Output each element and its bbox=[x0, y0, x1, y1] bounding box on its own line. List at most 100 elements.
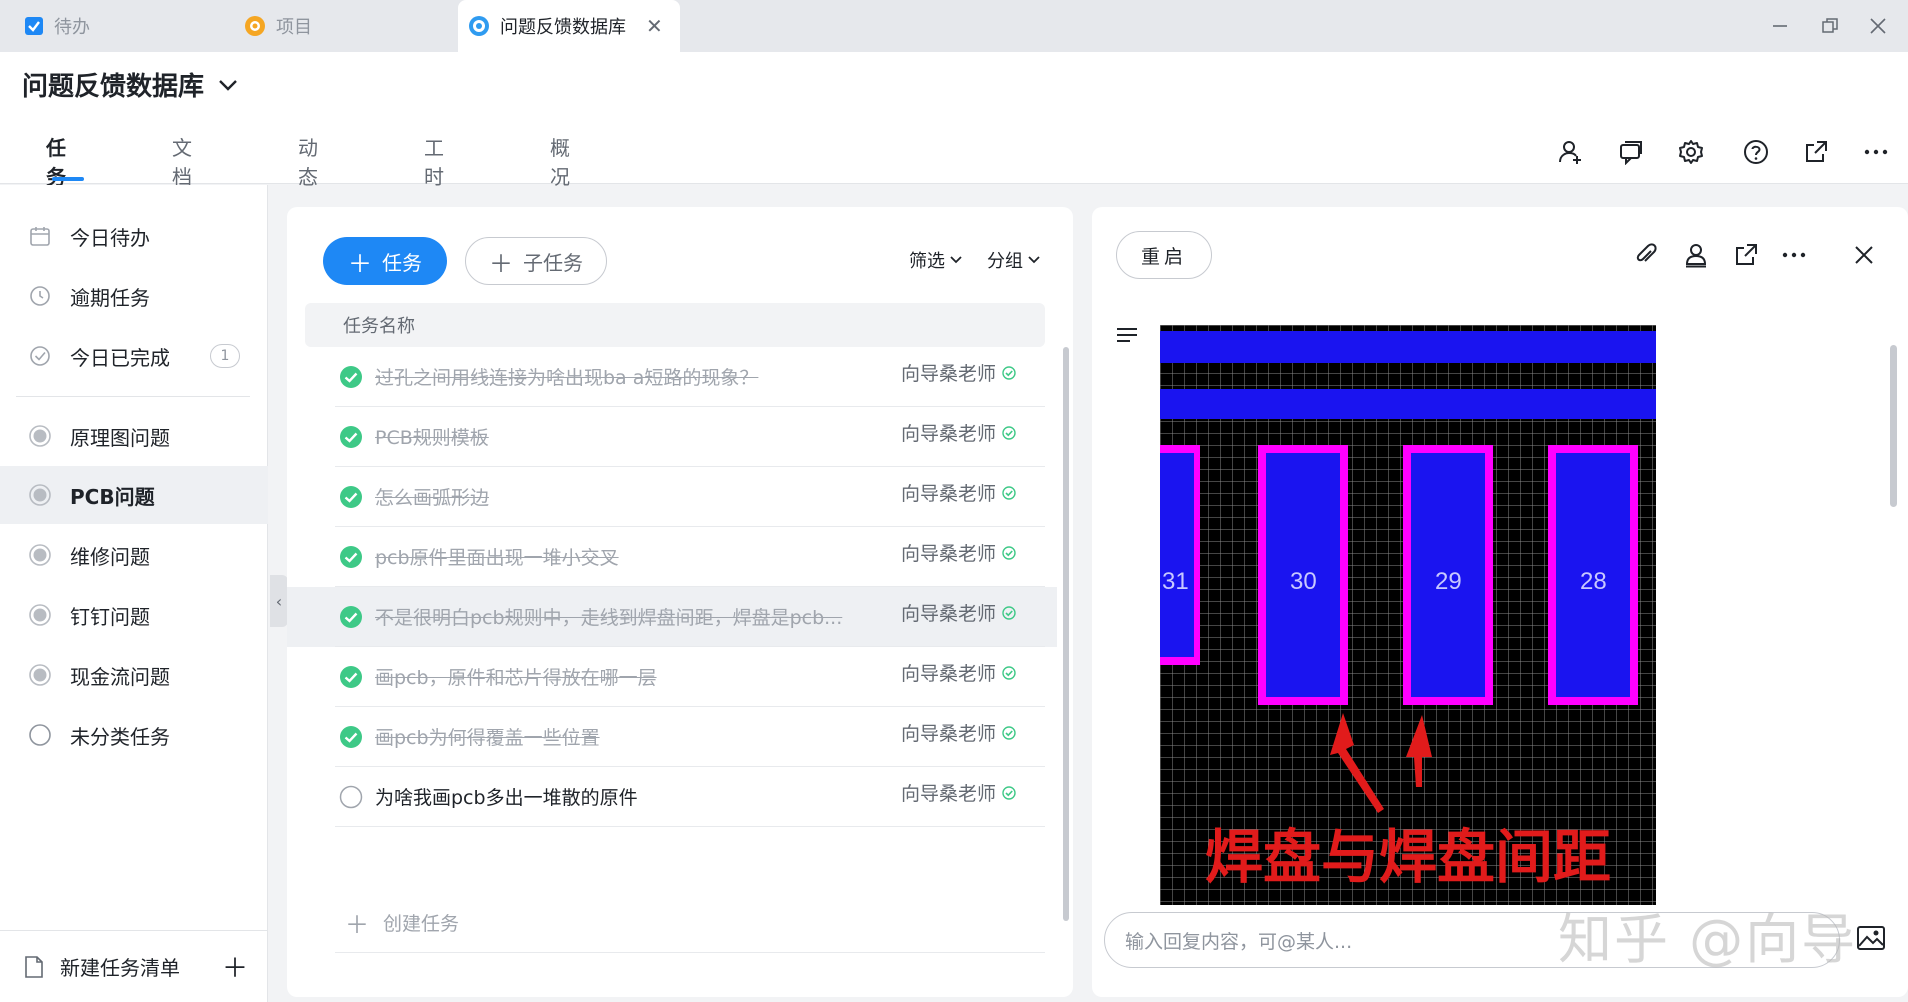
tab-tasks[interactable]: 任务 bbox=[46, 132, 66, 190]
task-name[interactable]: 怎么画弧形边 bbox=[375, 483, 885, 510]
sidebar-item-done-today[interactable]: 今日已完成 1 bbox=[0, 327, 268, 385]
reopen-button[interactable]: 重启 bbox=[1116, 231, 1212, 279]
plus-icon: ＋ bbox=[345, 911, 369, 939]
filter-dropdown[interactable]: 筛选 bbox=[909, 247, 963, 273]
check-circle-icon[interactable] bbox=[339, 605, 363, 629]
task-row[interactable]: 画pcb，原件和芯片得放在哪一层 向导桑老师 bbox=[287, 647, 1057, 707]
plus-icon[interactable]: ＋ bbox=[222, 948, 248, 985]
new-task-list-label: 新建任务清单 bbox=[60, 956, 180, 980]
sidebar: 今日待办 逾期任务 今日已完成 1 原理图问题 PCB问题 维修问题 钉钉问题 … bbox=[0, 185, 268, 1002]
window-tab-database[interactable]: 问题反馈数据库 ✕ bbox=[458, 0, 680, 52]
assignee-name: 向导桑老师 bbox=[901, 783, 997, 805]
sidebar-item-schematic[interactable]: 原理图问题 bbox=[0, 407, 268, 465]
task-assignee[interactable]: 向导桑老师 bbox=[901, 479, 1016, 506]
create-task-row[interactable]: ＋ 创建任务 bbox=[335, 893, 1045, 953]
project-title[interactable]: 问题反馈数据库 bbox=[22, 66, 238, 103]
external-link-icon[interactable] bbox=[1800, 136, 1832, 168]
check-circle-icon[interactable] bbox=[339, 425, 363, 449]
sidebar-item-repair[interactable]: 维修问题 bbox=[0, 526, 268, 584]
assignee-icon[interactable] bbox=[1680, 239, 1712, 271]
more-icon[interactable] bbox=[1778, 239, 1810, 271]
close-icon[interactable] bbox=[1848, 239, 1880, 271]
gear-icon[interactable] bbox=[1675, 136, 1707, 168]
sidebar-item-label: 今日待办 bbox=[70, 225, 150, 250]
sidebar-item-overdue[interactable]: 逾期任务 bbox=[0, 267, 268, 325]
task-row[interactable]: pcb原件里面出现一堆小交叉 向导桑老师 bbox=[287, 527, 1057, 587]
restore-icon bbox=[1822, 18, 1838, 33]
group-label: 分组 bbox=[987, 251, 1023, 272]
list-dot-icon bbox=[28, 424, 52, 448]
check-circle-icon[interactable] bbox=[339, 485, 363, 509]
minimize-button[interactable] bbox=[1760, 8, 1800, 44]
tab-activity[interactable]: 动态 bbox=[298, 132, 318, 190]
add-subtask-button[interactable]: ＋ 子任务 bbox=[465, 237, 607, 285]
tab-worktime[interactable]: 工时 bbox=[424, 132, 444, 190]
task-name[interactable]: 过孔之间用线连接为啥出现ba a短路的现象？ bbox=[375, 363, 885, 390]
chevron-down-icon[interactable] bbox=[218, 78, 238, 92]
column-header-task-name[interactable]: 任务名称 bbox=[305, 303, 1045, 347]
tab-docs[interactable]: 文档 bbox=[172, 132, 192, 190]
task-name[interactable]: 为啥我画pcb多出一堆散的原件 bbox=[375, 783, 885, 810]
check-circle-icon[interactable] bbox=[339, 665, 363, 689]
check-circle-icon[interactable] bbox=[339, 545, 363, 569]
task-row[interactable]: 画pcb为何得覆盖一些位置 向导桑老师 bbox=[287, 707, 1057, 767]
sidebar-item-label: 钉钉问题 bbox=[70, 604, 150, 629]
restore-button[interactable] bbox=[1810, 8, 1850, 44]
collapse-sidebar-button[interactable]: ‹ bbox=[270, 575, 288, 627]
sidebar-item-label: PCB问题 bbox=[70, 484, 155, 509]
task-assignee[interactable]: 向导桑老师 bbox=[901, 659, 1016, 686]
chat-icon[interactable] bbox=[1615, 136, 1647, 168]
task-row[interactable]: PCB规则模板 向导桑老师 bbox=[287, 407, 1057, 467]
task-name[interactable]: 画pcb为何得覆盖一些位置 bbox=[375, 723, 885, 750]
task-assignee[interactable]: 向导桑老师 bbox=[901, 719, 1016, 746]
checkbox-icon bbox=[24, 16, 44, 36]
task-name[interactable]: PCB规则模板 bbox=[375, 423, 885, 450]
check-circle-icon[interactable] bbox=[339, 365, 363, 389]
scrollbar[interactable] bbox=[1063, 347, 1069, 921]
add-member-icon[interactable] bbox=[1555, 136, 1587, 168]
empty-circle-icon[interactable] bbox=[339, 785, 363, 809]
pcb-pad-spacing-image[interactable]: 31 30 29 28 焊盘与焊盘间距 bbox=[1160, 325, 1656, 905]
tab-overview[interactable]: 概况 bbox=[550, 132, 570, 190]
sidebar-item-pcb[interactable]: PCB问题 bbox=[0, 466, 268, 524]
add-subtask-label: 子任务 bbox=[523, 250, 583, 275]
window-tab-project[interactable]: 项目 bbox=[244, 0, 312, 52]
help-icon[interactable] bbox=[1740, 136, 1772, 168]
task-assignee[interactable]: 向导桑老师 bbox=[901, 779, 1016, 806]
count-badge: 1 bbox=[210, 344, 240, 368]
task-row[interactable]: 怎么画弧形边 向导桑老师 bbox=[287, 467, 1057, 527]
task-name[interactable]: 画pcb，原件和芯片得放在哪一层 bbox=[375, 663, 885, 690]
task-row[interactable]: 为啥我画pcb多出一堆散的原件 向导桑老师 bbox=[287, 767, 1057, 827]
sidebar-item-today-todo[interactable]: 今日待办 bbox=[0, 207, 268, 265]
detail-scrollbar[interactable] bbox=[1890, 345, 1897, 507]
verified-icon bbox=[996, 485, 1016, 500]
task-row[interactable]: 不是很明白pcb规则中，走线到焊盘间距，焊盘是pcb... 向导桑老师 bbox=[287, 587, 1057, 647]
window-tab-todo[interactable]: 待办 bbox=[24, 0, 90, 52]
close-icon[interactable]: ✕ bbox=[646, 14, 663, 38]
sidebar-item-label: 逾期任务 bbox=[70, 285, 150, 310]
sidebar-item-uncategorized[interactable]: 未分类任务 bbox=[0, 706, 268, 764]
window-close-button[interactable] bbox=[1858, 8, 1898, 44]
sidebar-item-dingtalk[interactable]: 钉钉问题 bbox=[0, 586, 268, 644]
database-icon bbox=[468, 15, 490, 37]
check-circle-icon[interactable] bbox=[339, 725, 363, 749]
task-assignee[interactable]: 向导桑老师 bbox=[901, 599, 1016, 626]
verified-icon bbox=[996, 545, 1016, 560]
task-assignee[interactable]: 向导桑老师 bbox=[901, 419, 1016, 446]
group-dropdown[interactable]: 分组 bbox=[987, 247, 1041, 273]
add-task-button[interactable]: ＋ 任务 bbox=[323, 237, 447, 285]
more-icon[interactable] bbox=[1860, 136, 1892, 168]
new-task-list-button[interactable]: 新建任务清单 ＋ bbox=[0, 930, 268, 1002]
sidebar-item-cashflow[interactable]: 现金流问题 bbox=[0, 646, 268, 704]
task-name[interactable]: 不是很明白pcb规则中，走线到焊盘间距，焊盘是pcb... bbox=[375, 603, 885, 630]
task-name[interactable]: pcb原件里面出现一堆小交叉 bbox=[375, 543, 885, 570]
external-link-icon[interactable] bbox=[1730, 239, 1762, 271]
task-row[interactable]: 过孔之间用线连接为啥出现ba a短路的现象？ 向导桑老师 bbox=[287, 347, 1057, 407]
task-assignee[interactable]: 向导桑老师 bbox=[901, 359, 1016, 386]
image-upload-icon[interactable] bbox=[1856, 925, 1886, 951]
assignee-name: 向导桑老师 bbox=[901, 363, 997, 385]
verified-icon bbox=[996, 725, 1016, 740]
task-assignee[interactable]: 向导桑老师 bbox=[901, 539, 1016, 566]
chevron-down-icon bbox=[1028, 256, 1040, 264]
attachment-icon[interactable] bbox=[1630, 239, 1662, 271]
